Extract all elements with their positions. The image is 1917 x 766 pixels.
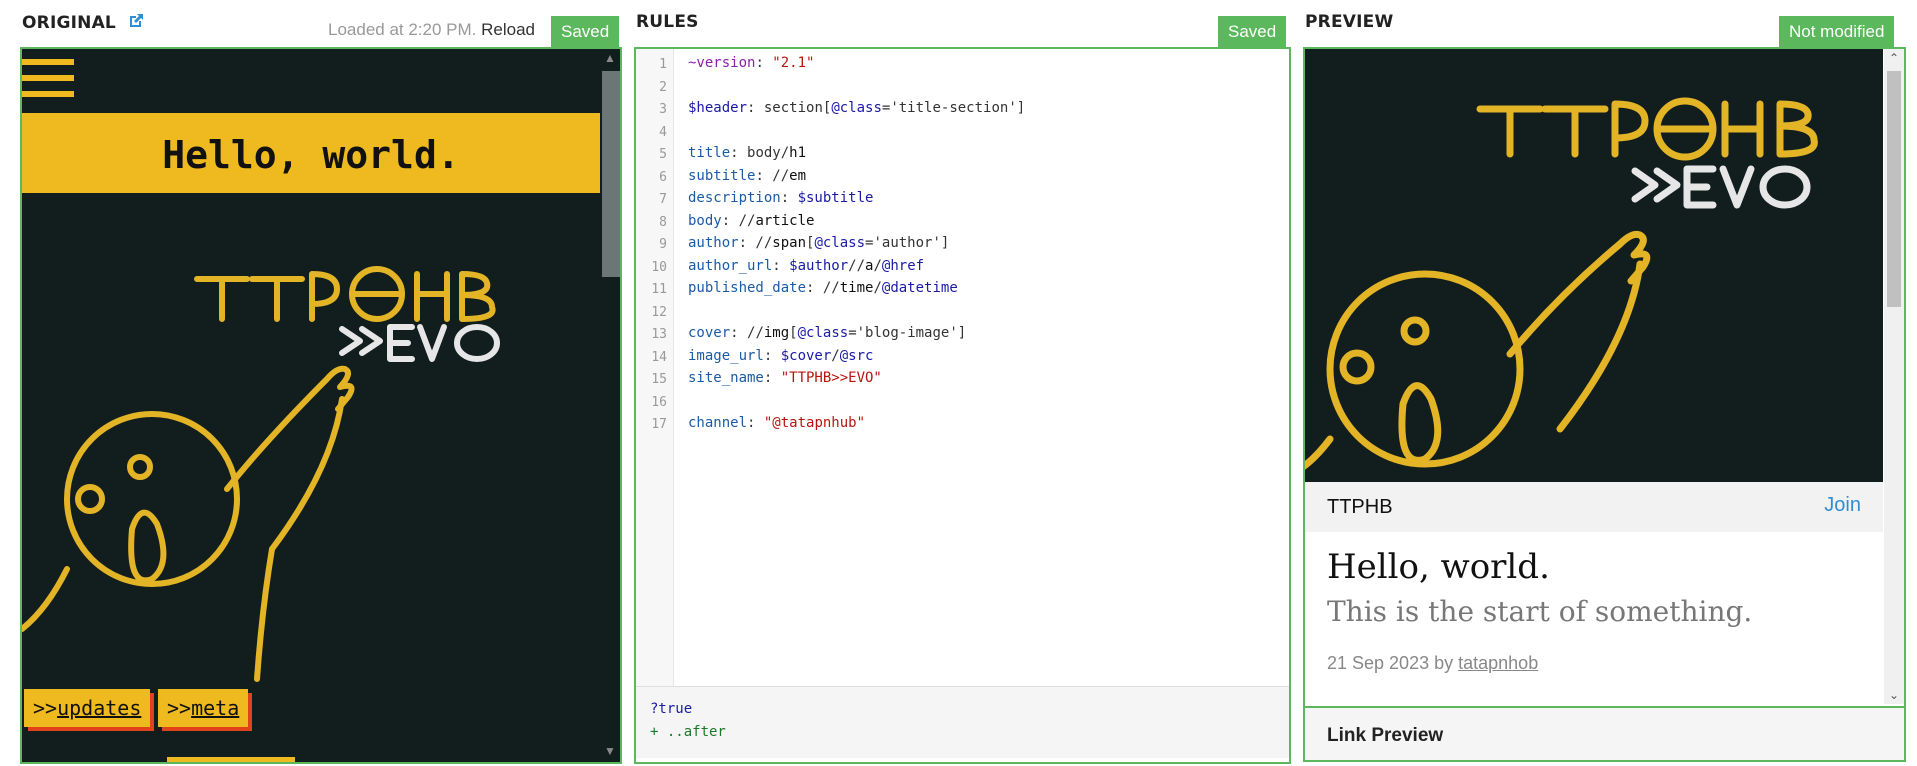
link-preview-tab[interactable]: Link Preview (1305, 706, 1904, 760)
code-line[interactable]: body: //article (688, 213, 814, 229)
preview-article-title: Hello, world. (1327, 547, 1550, 587)
next-chip-edge (167, 757, 295, 762)
preview-cover-image (1305, 49, 1883, 482)
line-number: 16 (651, 395, 667, 410)
line-number: 10 (651, 260, 667, 275)
line-number: 15 (651, 372, 667, 387)
preview-scrollbar[interactable]: ⌃ ⌄ (1884, 49, 1904, 704)
line-number: 9 (659, 237, 667, 252)
footer-after: + ..after (650, 724, 726, 740)
preview-date: 21 Sep 2023 by (1327, 653, 1454, 673)
line-number: 2 (659, 80, 667, 95)
chevron-up-icon[interactable]: ⌃ (1884, 51, 1904, 65)
rules-footer: ?true + ..after (636, 686, 1289, 758)
preview-title: PREVIEW (1305, 12, 1394, 32)
line-number: 14 (651, 350, 667, 365)
loaded-info: Loaded at 2:20 PM. Reload (328, 20, 535, 40)
updates-link[interactable]: updates (57, 696, 141, 720)
chevron-down-icon[interactable]: ⌄ (1884, 688, 1904, 702)
line-number: 1 (659, 57, 667, 72)
external-link-icon[interactable] (128, 12, 145, 34)
preview-column: PREVIEW Not modified TTPHB Join Hello, w… (1303, 0, 1906, 766)
original-column: ORIGINAL Loaded at 2:20 PM. Reload Saved… (20, 0, 622, 766)
line-number: 11 (651, 282, 667, 297)
preview-author-link[interactable]: tatapnhob (1458, 653, 1538, 673)
line-number: 17 (651, 417, 667, 432)
line-number: 7 (659, 192, 667, 207)
loaded-text: Loaded at 2:20 PM. (328, 20, 477, 39)
rules-column: RULES Saved 1 2 3 4 5 6 7 8 9 10 11 12 1… (634, 0, 1291, 766)
join-button[interactable]: Join (1824, 494, 1861, 517)
preview-frame[interactable]: TTPHB Join Hello, world. This is the sta… (1303, 47, 1906, 762)
hello-banner: Hello, world. (22, 113, 600, 193)
hello-heading: Hello, world. (162, 133, 460, 177)
original-frame[interactable]: Hello, world. >>updates >>meta ▲ ▼ (20, 47, 622, 764)
line-number: 8 (659, 215, 667, 230)
updates-chip-prefix: >> (33, 696, 58, 720)
preview-subtitle: This is the start of something. (1327, 595, 1753, 628)
original-title-label: ORIGINAL (22, 13, 116, 33)
link-preview-label: Link Preview (1327, 725, 1444, 746)
original-scrollbar[interactable]: ▲ ▼ (600, 49, 620, 762)
code-line[interactable]: author: //span[@class='author'] (688, 235, 949, 251)
code-line[interactable]: ~version: "2.1" (688, 55, 814, 71)
original-status-badge: Saved (551, 16, 620, 47)
code-line[interactable]: description: $subtitle (688, 190, 873, 206)
code-line[interactable]: title: body/h1 (688, 145, 806, 161)
code-line[interactable]: cover: //img[@class='blog-image'] (688, 325, 966, 341)
line-number-gutter: 1 2 3 4 5 6 7 8 9 10 11 12 13 14 15 16 1… (636, 49, 674, 686)
preview-scroll-thumb[interactable] (1887, 71, 1901, 307)
blog-cover-image (22, 249, 600, 694)
chevron-up-icon[interactable]: ▲ (600, 51, 620, 65)
code-line[interactable]: author_url: $author//a/@href (688, 258, 924, 274)
code-line[interactable]: $header: section[@class='title-section'] (688, 100, 1025, 116)
original-title: ORIGINAL (22, 12, 145, 34)
line-number: 3 (659, 102, 667, 117)
original-scroll-thumb[interactable] (602, 71, 620, 277)
code-line[interactable]: image_url: $cover/@src (688, 348, 873, 364)
footer-condition: ?true (650, 701, 693, 717)
code-line[interactable]: site_name: "TTPHB>>EVO" (688, 370, 882, 386)
updates-chip[interactable]: >>updates (24, 689, 151, 727)
chevron-down-icon[interactable]: ▼ (600, 744, 620, 758)
preview-status-badge: Not modified (1779, 16, 1895, 47)
preview-site-bar: TTPHB Join (1305, 482, 1883, 532)
preview-site-name: TTPHB (1327, 496, 1393, 518)
preview-meta: 21 Sep 2023 by tatapnhob (1327, 653, 1538, 674)
line-number: 6 (659, 170, 667, 185)
line-number: 5 (659, 147, 667, 162)
code-line[interactable]: subtitle: //em (688, 168, 806, 184)
meta-chip-prefix: >> (167, 696, 192, 720)
line-number: 12 (651, 305, 667, 320)
meta-link[interactable]: meta (191, 696, 239, 720)
line-number: 4 (659, 125, 667, 140)
rules-status-badge: Saved (1218, 16, 1287, 47)
meta-chip[interactable]: >>meta (158, 689, 249, 727)
rules-title: RULES (636, 12, 699, 32)
reload-link[interactable]: Reload (481, 20, 535, 39)
code-line[interactable]: published_date: //time/@datetime (688, 280, 958, 296)
rules-editor[interactable]: 1 2 3 4 5 6 7 8 9 10 11 12 13 14 15 16 1… (634, 47, 1291, 764)
code-line[interactable]: channel: "@tatapnhub" (688, 415, 865, 431)
hamburger-menu-icon[interactable] (22, 59, 74, 107)
line-number: 13 (651, 327, 667, 342)
